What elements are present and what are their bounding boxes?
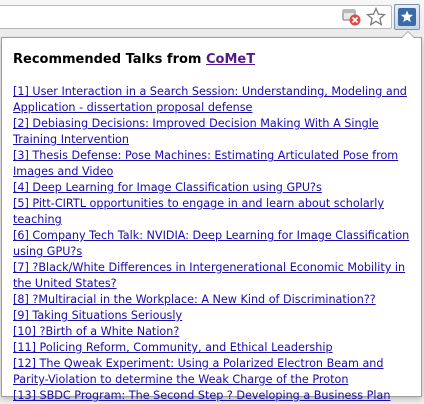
- popup-title: Recommended Talks from CoMeT: [13, 52, 255, 67]
- browser-toolbar: [0, 0, 424, 34]
- list-item: [9] Taking Situations Seriously: [13, 308, 411, 324]
- recommended-talks-popup: Recommended Talks from CoMeT [1] User In…: [1, 37, 422, 402]
- talk-link[interactable]: [12] The Qweak Experiment: Using a Polar…: [13, 357, 384, 386]
- talk-link[interactable]: [6] Company Tech Talk: NVIDIA: Deep Lear…: [13, 229, 409, 258]
- talk-link[interactable]: [8] ?Multiracial in the Workplace: A New…: [13, 293, 376, 306]
- list-item: [4] Deep Learning for Image Classificati…: [13, 180, 411, 196]
- list-item: [7] ?Black/White Differences in Intergen…: [13, 260, 411, 292]
- popup-arrow-fill: [402, 32, 414, 38]
- list-item: [10] ?Birth of a White Nation?: [13, 324, 411, 340]
- talk-link[interactable]: [4] Deep Learning for Image Classificati…: [13, 181, 322, 194]
- title-prefix: Recommended Talks from: [13, 52, 206, 67]
- talk-list: [1] User Interaction in a Search Session…: [13, 84, 411, 404]
- talk-link[interactable]: [9] Taking Situations Seriously: [13, 309, 182, 322]
- talk-link[interactable]: [7] ?Black/White Differences in Intergen…: [13, 261, 405, 290]
- list-item: [1] User Interaction in a Search Session…: [13, 84, 411, 116]
- list-item: [12] The Qweak Experiment: Using a Polar…: [13, 356, 411, 388]
- comet-link[interactable]: CoMeT: [206, 52, 255, 67]
- list-item: [8] ?Multiracial in the Workplace: A New…: [13, 292, 411, 308]
- bookmark-star-icon[interactable]: [365, 6, 387, 27]
- popup-blocked-icon[interactable]: [342, 7, 362, 27]
- list-item: [2] Debiasing Decisions: Improved Decisi…: [13, 116, 411, 148]
- address-bar[interactable]: [0, 5, 392, 29]
- list-item: [3] Thesis Defense: Pose Machines: Estim…: [13, 148, 411, 180]
- talk-link[interactable]: [10] ?Birth of a White Nation?: [13, 325, 179, 338]
- list-item: [13] SBDC Program: The Second Step ? Dev…: [13, 388, 411, 404]
- talk-link[interactable]: [3] Thesis Defense: Pose Machines: Estim…: [13, 149, 398, 178]
- talk-link[interactable]: [5] Pitt-CIRTL opportunities to engage i…: [13, 197, 384, 226]
- extension-icon[interactable]: [394, 4, 420, 30]
- list-item: [6] Company Tech Talk: NVIDIA: Deep Lear…: [13, 228, 411, 260]
- talk-link[interactable]: [2] Debiasing Decisions: Improved Decisi…: [13, 117, 379, 146]
- talk-link[interactable]: [13] SBDC Program: The Second Step ? Dev…: [13, 389, 390, 402]
- list-item: [11] Policing Reform, Community, and Eth…: [13, 340, 411, 356]
- talk-link[interactable]: [11] Policing Reform, Community, and Eth…: [13, 341, 333, 354]
- list-item: [5] Pitt-CIRTL opportunities to engage i…: [13, 196, 411, 228]
- talk-link[interactable]: [1] User Interaction in a Search Session…: [13, 85, 407, 114]
